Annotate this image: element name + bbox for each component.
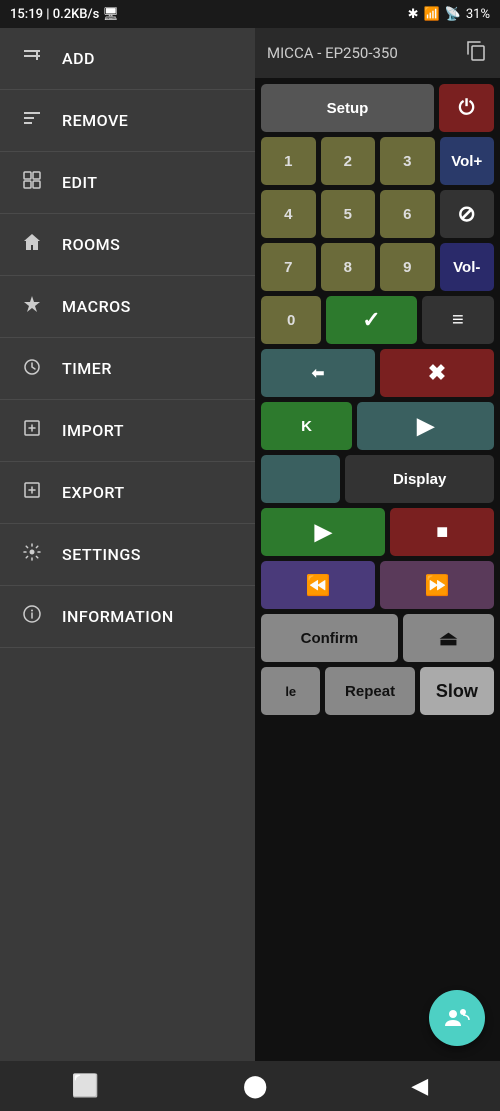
export-icon (20, 480, 44, 505)
sidebar-item-timer-label: TIMER (62, 359, 112, 378)
remote-row-nav: ⬅ ✖ (261, 349, 494, 397)
remote-panel: MICCA - EP250-350 Setup ⏻ 1 2 3 Vol+ (255, 28, 500, 1061)
sidebar-item-add[interactable]: ADD (0, 28, 255, 90)
rooms-icon (20, 232, 44, 257)
repeat-button[interactable]: Repeat (325, 667, 414, 715)
remote-row-repeat-slow: le Repeat Slow (261, 667, 494, 715)
sidebar-item-settings[interactable]: SETTINGS (0, 524, 255, 586)
sidebar-item-export[interactable]: EXPORT (0, 462, 255, 524)
sidebar: ADD REMOVE EDIT (0, 28, 255, 1061)
edit-icon (20, 170, 44, 195)
battery-level: 31% (466, 7, 490, 22)
sidebar-item-export-label: EXPORT (62, 483, 125, 502)
remove-icon (20, 108, 44, 133)
remote-row-123: 1 2 3 Vol+ (261, 137, 494, 185)
stop-button[interactable]: ■ (390, 508, 494, 556)
remote-header: MICCA - EP250-350 (255, 28, 500, 78)
remote-row-check: 0 ✓ ≡ (261, 296, 494, 344)
back-button[interactable]: K (261, 402, 352, 450)
status-bar: 15:19 | 0.2KB/s 🖥 ✱ 📶 📡 31% (0, 0, 500, 28)
fast-forward-button[interactable]: ⏩ (380, 561, 494, 609)
btn-3[interactable]: 3 (380, 137, 435, 185)
remote-title: MICCA - EP250-350 (267, 44, 398, 62)
timer-icon (20, 356, 44, 381)
sidebar-item-macros-label: MACROS (62, 297, 131, 316)
sidebar-item-add-label: ADD (62, 49, 95, 68)
remote-row-rw-ff: ⏪ ⏩ (261, 561, 494, 609)
main-container: ADD REMOVE EDIT (0, 28, 500, 1061)
sidebar-item-settings-label: SETTINGS (62, 545, 141, 564)
remote-row-456: 4 5 6 ⊘ (261, 190, 494, 238)
remote-row-back-play: K ▶ (261, 402, 494, 450)
nav-square-button[interactable]: ⬜ (62, 1064, 109, 1109)
check-button[interactable]: ✓ (326, 296, 416, 344)
btn-6[interactable]: 6 (380, 190, 435, 238)
remote-content: Setup ⏻ 1 2 3 Vol+ 4 5 6 ⊘ 7 8 9 (255, 78, 500, 1061)
sidebar-item-remove-label: REMOVE (62, 111, 128, 130)
settings-icon (20, 542, 44, 567)
extra-button[interactable] (261, 455, 340, 503)
btn-4[interactable]: 4 (261, 190, 316, 238)
remote-row-display: Display (261, 455, 494, 503)
macros-icon (20, 294, 44, 319)
remote-row-789: 7 8 9 Vol- (261, 243, 494, 291)
sidebar-item-edit-label: EDIT (62, 173, 98, 192)
btn-2[interactable]: 2 (321, 137, 376, 185)
wifi-icon: 📡 (445, 7, 461, 22)
sidebar-item-rooms[interactable]: ROOMS (0, 214, 255, 276)
sidebar-item-import-label: IMPORT (62, 421, 124, 440)
back-nav-button[interactable]: ⬅ (261, 349, 375, 397)
remote-row-play-stop: ▶ ■ (261, 508, 494, 556)
sidebar-item-timer[interactable]: TIMER (0, 338, 255, 400)
signal-icon: 📶 (423, 7, 439, 22)
display-button[interactable]: Display (345, 455, 494, 503)
copy-icon[interactable] (464, 38, 488, 68)
sidebar-item-remove[interactable]: REMOVE (0, 90, 255, 152)
power-button[interactable]: ⏻ (439, 84, 494, 132)
remote-row-setup: Setup ⏻ (261, 84, 494, 132)
information-icon (20, 604, 44, 629)
btn-7[interactable]: 7 (261, 243, 316, 291)
status-time-speed: 15:19 | 0.2KB/s 🖥 (10, 7, 119, 22)
mute-button[interactable]: ⊘ (440, 190, 495, 238)
sidebar-item-edit[interactable]: EDIT (0, 152, 255, 214)
sidebar-item-macros[interactable]: MACROS (0, 276, 255, 338)
confirm-button[interactable]: Confirm (261, 614, 398, 662)
sidebar-item-information-label: INFORMATION (62, 607, 174, 626)
btn-8[interactable]: 8 (321, 243, 376, 291)
users-icon (443, 1004, 471, 1032)
vol-plus-button[interactable]: Vol+ (440, 137, 495, 185)
nav-home-button[interactable]: ⬤ (233, 1064, 278, 1109)
import-icon (20, 418, 44, 443)
vol-minus-button[interactable]: Vol- (440, 243, 495, 291)
screen-icon: 🖥 (103, 7, 120, 22)
bluetooth-icon: ✱ (408, 7, 419, 22)
btn-1[interactable]: 1 (261, 137, 316, 185)
btn-5[interactable]: 5 (321, 190, 376, 238)
play2-button[interactable]: ▶ (261, 508, 385, 556)
sidebar-item-rooms-label: ROOMS (62, 235, 120, 254)
close-button[interactable]: ✖ (380, 349, 494, 397)
fab-button[interactable] (429, 990, 485, 1046)
toggle-button[interactable]: le (261, 667, 320, 715)
data-speed: 0.2KB/s (53, 7, 100, 22)
setup-button[interactable]: Setup (261, 84, 434, 132)
add-icon (20, 46, 44, 71)
nav-back-button[interactable]: ◀ (401, 1064, 438, 1109)
slow-button[interactable]: Slow (420, 667, 494, 715)
time: 15:19 (10, 7, 43, 22)
rewind-button[interactable]: ⏪ (261, 561, 375, 609)
status-icons: ✱ 📶 📡 31% (408, 7, 490, 22)
remote-row-confirm: Confirm ⏏ (261, 614, 494, 662)
bottom-nav: ⬜ ⬤ ◀ (0, 1061, 500, 1111)
play-button[interactable]: ▶ (357, 402, 494, 450)
btn-9[interactable]: 9 (380, 243, 435, 291)
menu-button[interactable]: ≡ (422, 296, 494, 344)
eject-button[interactable]: ⏏ (403, 614, 494, 662)
btn-0[interactable]: 0 (261, 296, 321, 344)
sidebar-item-information[interactable]: INFORMATION (0, 586, 255, 648)
sidebar-item-import[interactable]: IMPORT (0, 400, 255, 462)
